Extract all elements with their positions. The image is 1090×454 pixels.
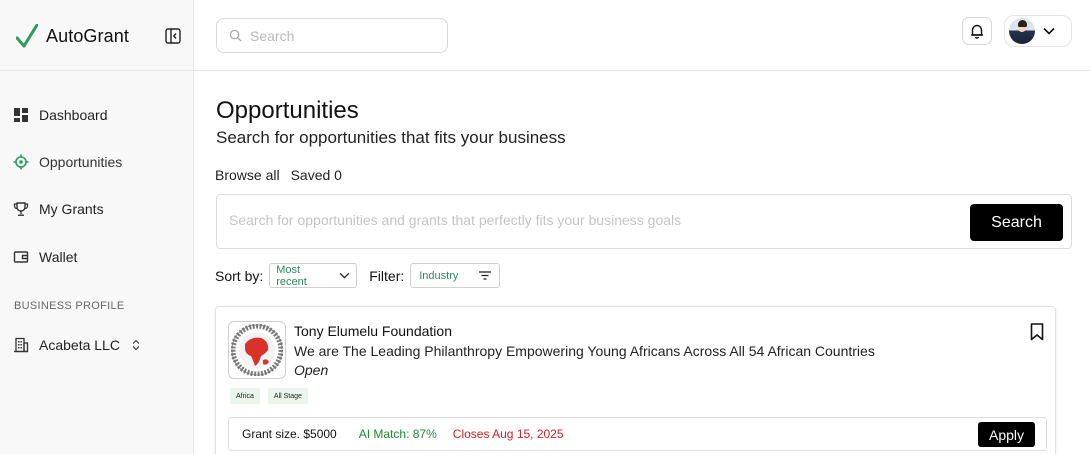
building-icon bbox=[14, 337, 29, 353]
search-icon bbox=[229, 29, 242, 42]
globe-seal-logo-icon bbox=[231, 324, 283, 376]
ai-match-score: AI Match: 87% bbox=[358, 427, 437, 441]
organization-name: Tony Elumelu Foundation bbox=[294, 323, 452, 339]
global-search-input[interactable] bbox=[250, 27, 430, 44]
sidebar-item-opportunities[interactable]: Opportunities bbox=[13, 151, 122, 173]
tab-browse-all[interactable]: Browse all bbox=[215, 167, 280, 183]
grid-icon bbox=[14, 108, 28, 122]
bookmark-icon[interactable] bbox=[1030, 323, 1044, 341]
global-search[interactable] bbox=[216, 18, 448, 53]
tab-saved[interactable]: Saved 0 bbox=[291, 167, 342, 183]
avatar bbox=[1009, 18, 1035, 44]
sidebar-item-label: My Grants bbox=[39, 201, 104, 217]
topbar bbox=[194, 0, 1090, 71]
brand-header: AutoGrant bbox=[0, 0, 193, 71]
page-subtitle: Search for opportunities that fits your … bbox=[216, 128, 566, 147]
notifications-button[interactable] bbox=[962, 17, 992, 45]
grant-info-row: Grant size. $5000 AI Match: 87% Closes A… bbox=[228, 417, 1047, 451]
opportunity-search-bar: Search bbox=[216, 194, 1072, 249]
tag-all-stage: All Stage bbox=[267, 388, 308, 404]
sidebar-item-label: Opportunities bbox=[39, 154, 123, 170]
sidebar-item-label: Wallet bbox=[39, 249, 78, 265]
search-button[interactable]: Search bbox=[970, 204, 1063, 241]
organization-description: We are The Leading Philanthropy Empoweri… bbox=[294, 343, 875, 359]
tag-africa: Africa bbox=[230, 388, 260, 404]
sort-value: Most recent bbox=[276, 263, 307, 288]
chevron-up-down-icon bbox=[132, 339, 140, 351]
opportunity-tabs: Browse all Saved 0 bbox=[215, 167, 342, 183]
wallet-icon bbox=[13, 251, 29, 263]
bell-icon bbox=[971, 24, 983, 39]
sidebar: AutoGrant Dashboard Opportunities My Gra… bbox=[0, 0, 194, 454]
apply-button[interactable]: Apply bbox=[978, 422, 1035, 447]
profile-menu-button[interactable] bbox=[1004, 15, 1072, 47]
page-title: Opportunities bbox=[216, 97, 359, 124]
grant-size: Grant size. $5000 bbox=[242, 427, 337, 441]
sidebar-item-label: Dashboard bbox=[39, 107, 108, 123]
sidebar-item-wallet[interactable]: Wallet bbox=[13, 246, 77, 268]
filter-lines-icon bbox=[479, 271, 492, 280]
business-profile-section-title: BUSINESS PROFILE bbox=[14, 300, 125, 312]
chevron-down-icon bbox=[339, 272, 350, 279]
sort-dropdown[interactable]: Most recent bbox=[269, 263, 358, 288]
chevron-down-icon bbox=[1043, 27, 1055, 35]
business-name: Acabeta LLC bbox=[39, 337, 120, 353]
closing-date: Closes Aug 15, 2025 bbox=[452, 427, 564, 441]
sidebar-item-my-grants[interactable]: My Grants bbox=[13, 198, 104, 220]
filter-value: Industry bbox=[419, 269, 459, 282]
tag-list: Africa All Stage bbox=[230, 388, 308, 404]
opportunity-search-input[interactable] bbox=[229, 212, 949, 228]
opportunity-status: Open bbox=[294, 362, 329, 378]
brand-name: AutoGrant bbox=[46, 26, 129, 46]
sidebar-item-dashboard[interactable]: Dashboard bbox=[13, 104, 108, 126]
target-icon bbox=[13, 154, 29, 170]
opportunity-card[interactable]: Tony Elumelu Foundation We are The Leadi… bbox=[215, 306, 1056, 454]
filter-dropdown[interactable]: Industry bbox=[410, 263, 501, 288]
filter-label: Filter: bbox=[369, 267, 405, 284]
sort-filter-bar: Sort by: Most recent Filter: Industry bbox=[215, 263, 501, 288]
main-content: Opportunities Search for opportunities t… bbox=[194, 71, 1090, 454]
checkmark-logo-icon bbox=[16, 24, 38, 48]
business-profile-selector[interactable]: Acabeta LLC bbox=[13, 334, 142, 356]
collapse-sidebar-icon[interactable] bbox=[165, 28, 181, 44]
trophy-icon bbox=[13, 202, 29, 216]
sort-label: Sort by: bbox=[215, 267, 264, 284]
organization-logo bbox=[228, 321, 286, 379]
